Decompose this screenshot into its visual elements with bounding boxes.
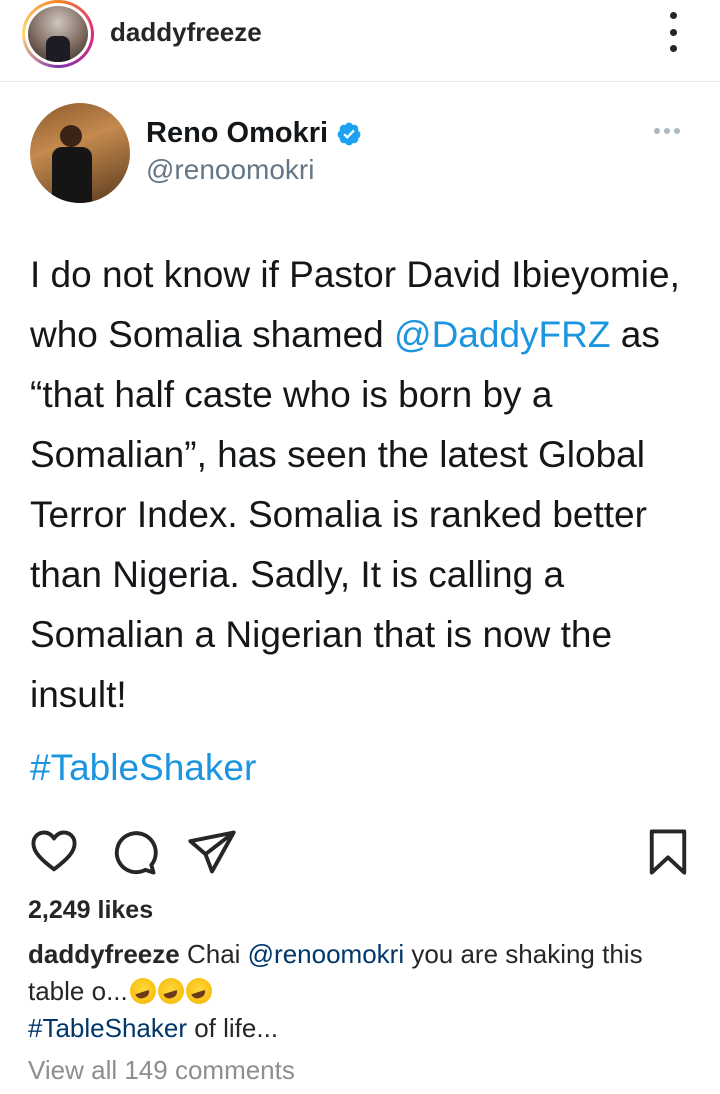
caption-mention[interactable]: @renoomokri xyxy=(248,939,404,969)
likes-count[interactable]: 2,249 likes xyxy=(28,896,153,925)
tweet-text-part2: as “that half caste who is born by a Som… xyxy=(30,314,660,715)
tweet-author: Reno Omokri xyxy=(146,117,362,150)
caption-trailing: of life... xyxy=(187,1013,279,1043)
bookmark-icon[interactable] xyxy=(642,826,694,878)
laughing-emoji-icon xyxy=(157,978,184,1004)
laughing-emoji-icon xyxy=(129,978,156,1004)
heart-icon[interactable] xyxy=(28,826,80,878)
action-bar xyxy=(0,822,720,882)
caption-hashtag[interactable]: #TableShaker xyxy=(28,1013,187,1043)
verified-icon xyxy=(337,122,361,145)
tweet-text: I do not know if Pastor David Ibieyomie,… xyxy=(30,245,700,725)
post-caption: daddyfreeze Chai @renoomokri you are sha… xyxy=(28,936,698,1047)
caption-username[interactable]: daddyfreeze xyxy=(28,939,180,969)
comment-icon[interactable] xyxy=(108,826,160,878)
tweet-hashtag: #TableShaker xyxy=(30,747,257,788)
laughing-emoji-icon xyxy=(185,978,212,1004)
tweet-avatar xyxy=(30,103,130,203)
tweet-handle: @renoomokri xyxy=(146,154,315,185)
share-icon[interactable] xyxy=(186,826,238,878)
more-options-icon[interactable] xyxy=(660,12,686,52)
tweet-more-icon xyxy=(654,128,680,134)
profile-avatar[interactable] xyxy=(22,0,94,68)
post-header: daddyfreeze xyxy=(0,0,720,82)
tweet-mention: @DaddyFRZ xyxy=(394,314,611,355)
post-username[interactable]: daddyfreeze xyxy=(110,17,262,48)
view-all-comments-link[interactable]: View all 149 comments xyxy=(28,1055,295,1086)
tweet-author-name: Reno Omokri xyxy=(146,117,329,149)
caption-word: Chai xyxy=(179,939,248,969)
